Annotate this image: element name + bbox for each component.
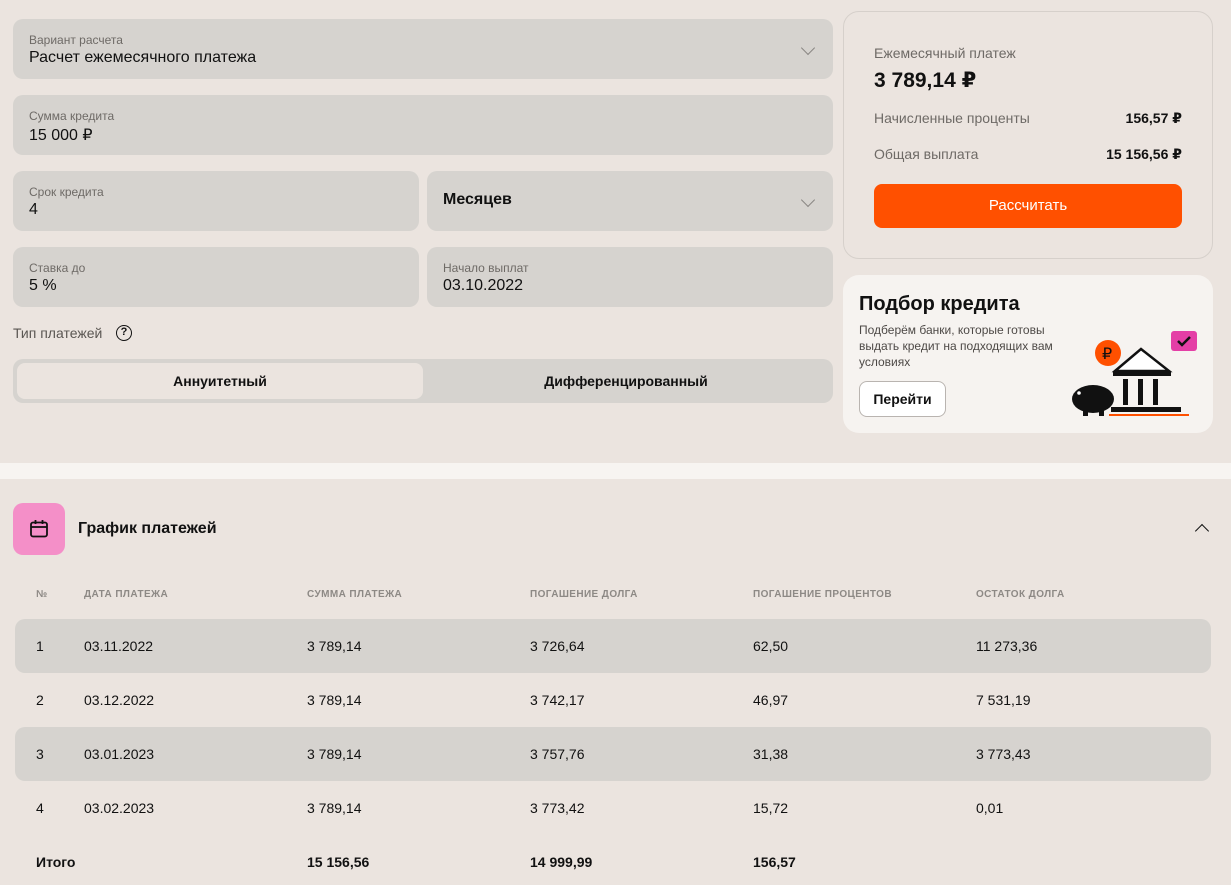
calc-variant-select[interactable]: Вариант расчета Расчет ежемесячного плат… — [13, 19, 833, 79]
term-field[interactable]: Срок кредита 4 — [13, 171, 419, 231]
term-unit-value: Месяцев — [443, 191, 512, 208]
row-payment: 3 789,14 — [307, 692, 362, 708]
row-date: 03.11.2022 — [84, 638, 154, 654]
row-number: 3 — [36, 746, 44, 762]
row-payment: 3 789,14 — [307, 638, 362, 654]
totals-debt: 14 999,99 — [530, 854, 593, 870]
row-balance: 11 273,36 — [976, 638, 1038, 654]
interest-value: 156,57 ₽ — [1125, 110, 1182, 126]
promo-text: Подберём банки, которые готовы выдать кр… — [859, 323, 1053, 369]
calculate-button[interactable]: Рассчитать — [874, 184, 1182, 228]
table-row: 3 03.01.2023 3 789,14 3 757,76 31,38 3 7… — [15, 727, 1211, 781]
payment-type-label: Тип платежей — [13, 325, 103, 341]
chevron-up-icon[interactable] — [1194, 523, 1210, 539]
col-date-header: ДАТА ПЛАТЕЖА — [84, 589, 169, 600]
rate-value: 5 % — [29, 277, 57, 294]
term-value: 4 — [29, 201, 38, 218]
start-date-label: Начало выплат — [443, 261, 529, 275]
total-payment-value: 15 156,56 ₽ — [1106, 146, 1182, 162]
start-date-value: 03.10.2022 — [443, 277, 524, 294]
monthly-payment-value: 3 789,14 ₽ — [874, 69, 977, 92]
totals-interest: 156,57 — [753, 854, 796, 870]
credit-promo-card: Подбор кредита Подберём банки, которые г… — [843, 275, 1213, 433]
totals-payment: 15 156,56 — [307, 854, 370, 870]
row-debt: 3 726,64 — [530, 638, 585, 654]
row-interest: 46,97 — [753, 692, 789, 708]
col-balance-header: ОСТАТОК ДОЛГА — [976, 589, 1065, 600]
table-row: 4 03.02.2023 3 789,14 3 773,42 15,72 0,0… — [15, 781, 1211, 835]
calc-variant-label: Вариант расчета — [29, 33, 123, 47]
calendar-icon — [30, 520, 48, 538]
row-interest: 31,38 — [753, 746, 789, 762]
calc-variant-value: Расчет ежемесячного платежа — [29, 49, 257, 66]
col-debt-header: ПОГАШЕНИЕ ДОЛГА — [530, 589, 638, 600]
col-payment-header: СУММА ПЛАТЕЖА — [307, 589, 403, 600]
calendar-badge — [13, 503, 65, 555]
promo-go-button[interactable]: Перейти — [859, 381, 946, 417]
schedule-title: График платежей — [78, 520, 217, 537]
col-interest-header: ПОГАШЕНИЕ ПРОЦЕНТОВ — [753, 589, 892, 600]
annuity-option[interactable]: Аннуитетный — [17, 363, 423, 399]
row-payment: 3 789,14 — [307, 800, 362, 816]
interest-label: Начисленные проценты — [874, 110, 1030, 126]
promo-title: Подбор кредита — [859, 293, 1020, 315]
section-divider — [0, 463, 1231, 479]
coin-glyph: ₽ — [1102, 344, 1112, 363]
row-interest: 15,72 — [753, 800, 789, 816]
differentiated-option[interactable]: Дифференцированный — [423, 363, 829, 399]
amount-field[interactable]: Сумма кредита 15 000 ₽ — [13, 95, 833, 155]
row-number: 2 — [36, 692, 44, 708]
rate-field[interactable]: Ставка до 5 % — [13, 247, 419, 307]
row-payment: 3 789,14 — [307, 746, 362, 762]
help-icon[interactable]: ? — [116, 325, 132, 341]
row-debt: 3 757,76 — [530, 746, 585, 762]
row-interest: 62,50 — [753, 638, 789, 654]
rate-label: Ставка до — [29, 261, 86, 275]
chevron-down-icon — [800, 192, 816, 208]
row-balance: 7 531,19 — [976, 692, 1031, 708]
row-date: 03.01.2023 — [84, 746, 155, 762]
term-label: Срок кредита — [29, 185, 104, 199]
bank-piggy-illustration: ₽ — [1072, 331, 1197, 416]
row-debt: 3 742,17 — [530, 692, 585, 708]
amount-value: 15 000 ₽ — [29, 127, 93, 144]
row-date: 03.02.2023 — [84, 800, 155, 816]
payment-type-toggle: Аннуитетный Дифференцированный — [13, 359, 833, 403]
row-date: 03.12.2022 — [84, 692, 155, 708]
total-payment-label: Общая выплата — [874, 146, 979, 162]
start-date-field[interactable]: Начало выплат 03.10.2022 — [427, 247, 833, 307]
totals-label: Итого — [36, 854, 76, 870]
row-balance: 0,01 — [976, 800, 1004, 816]
row-balance: 3 773,43 — [976, 746, 1031, 762]
result-card: Ежемесячный платеж 3 789,14 ₽ Начисленны… — [843, 11, 1213, 259]
term-unit-select[interactable]: Месяцев — [427, 171, 833, 231]
table-row: 1 03.11.2022 3 789,14 3 726,64 62,50 11 … — [15, 619, 1211, 673]
row-debt: 3 773,42 — [530, 800, 585, 816]
chevron-down-icon — [800, 40, 816, 56]
row-number: 4 — [36, 800, 44, 816]
row-number: 1 — [36, 638, 44, 654]
monthly-payment-label: Ежемесячный платеж — [874, 45, 1016, 61]
col-number-header: № — [36, 589, 48, 600]
table-row: 2 03.12.2022 3 789,14 3 742,17 46,97 7 5… — [15, 673, 1211, 727]
amount-label: Сумма кредита — [29, 109, 115, 123]
